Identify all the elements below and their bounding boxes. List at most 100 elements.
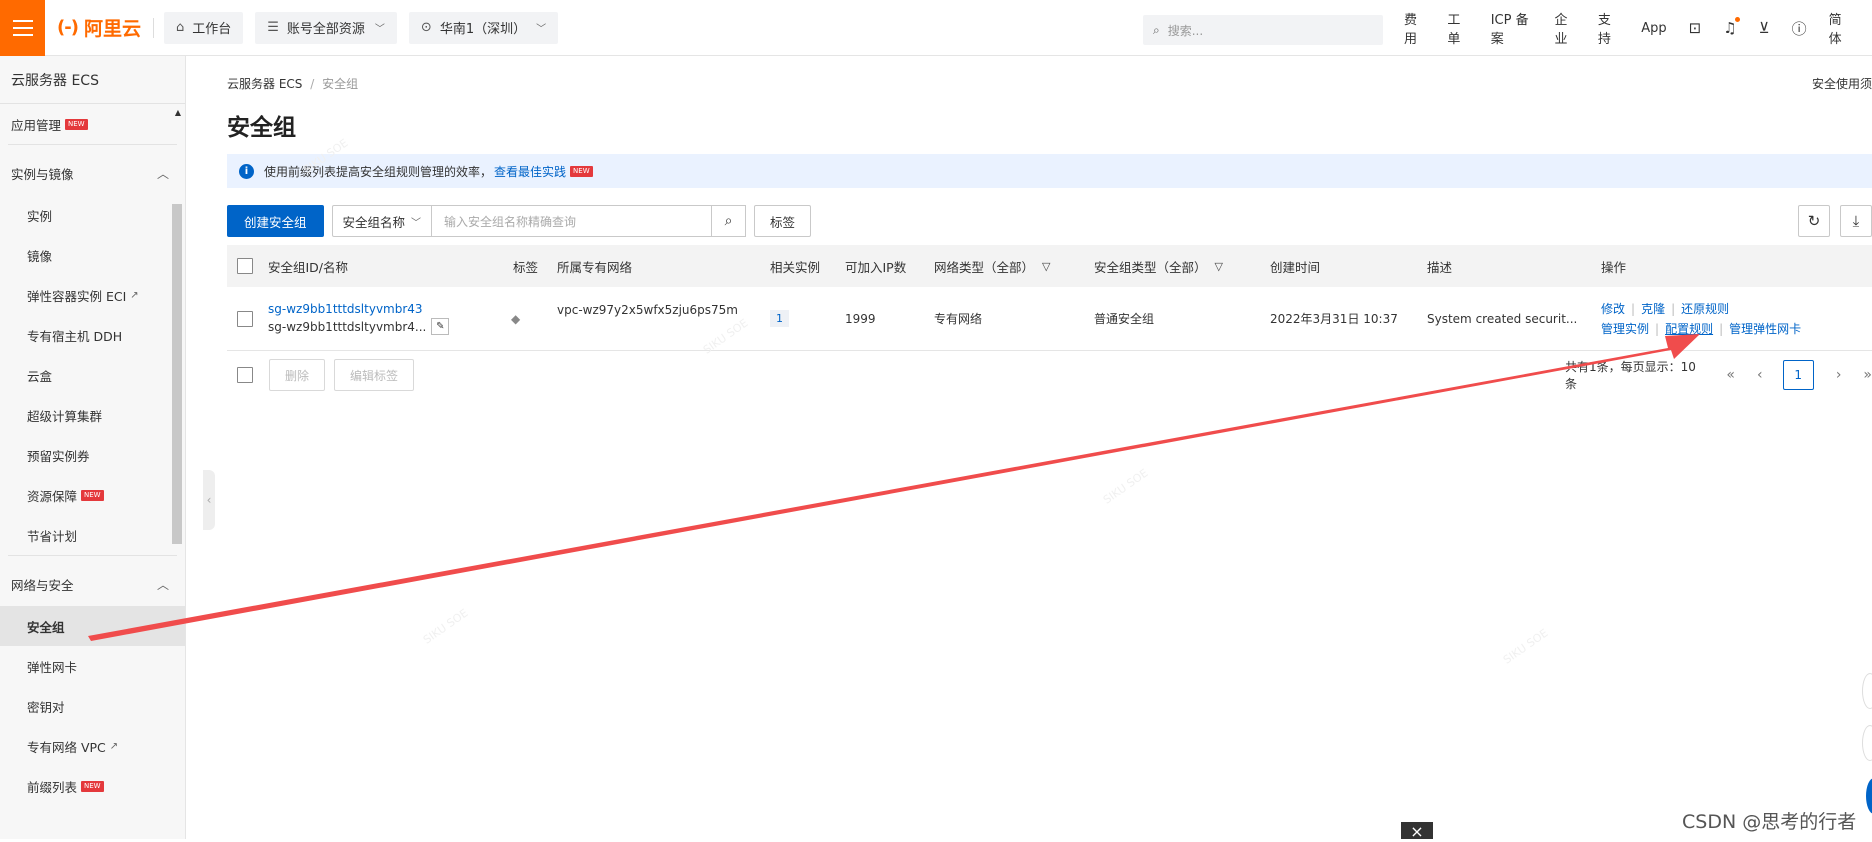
sidebar-item-prefix-lists[interactable]: 前缀列表 NEW <box>0 766 185 806</box>
sidebar: 云服务器 ECS ▲ 应用管理 NEW 实例与镜像 ︿ 实例 镜像 弹性容器实例… <box>0 56 186 839</box>
current-page[interactable]: 1 <box>1782 360 1814 390</box>
col-network-type[interactable]: 网络类型（全部） ▽ <box>934 245 1050 287</box>
info-notice: i 使用前缀列表提高安全组规则管理的效率， 查看最佳实践 NEW <box>227 154 1872 188</box>
last-page-icon[interactable]: » <box>1863 367 1872 383</box>
edit-tags-button[interactable]: 编辑标签 <box>334 359 415 391</box>
footer-checkbox[interactable] <box>237 359 253 391</box>
search-placeholder: 搜索... <box>1167 23 1204 38</box>
new-badge: NEW <box>81 780 104 792</box>
tag-filter-button[interactable]: 标签 <box>754 205 812 237</box>
manage-eni-link[interactable]: 管理弹性网卡 <box>1729 322 1801 336</box>
new-badge: NEW <box>65 118 88 130</box>
security-group-search-input[interactable]: 输入安全组名称精确查询 <box>432 205 713 237</box>
cart-icon[interactable]: ⊻ <box>1759 19 1770 37</box>
nav-support[interactable]: 支持 <box>1598 9 1619 47</box>
hamburger-menu-icon[interactable] <box>0 0 45 56</box>
search-button[interactable]: ⌕ <box>712 205 747 237</box>
refresh-icon[interactable]: ↻ <box>1798 205 1830 237</box>
nav-icp[interactable]: ICP 备案 <box>1491 9 1533 47</box>
sg-id-name-cell: sg-wz9bb1tttdsltyvmbr43 sg-wz9bb1tttdslt… <box>268 287 450 350</box>
sidebar-item-cloud-box[interactable]: 云盒 <box>0 355 185 395</box>
account-resources-dropdown[interactable]: ☰ 账号全部资源 ﹀ <box>255 11 397 44</box>
sidebar-item-reserved-instances[interactable]: 预留实例券 <box>0 435 185 475</box>
global-search-input[interactable]: ⌕ 搜索... <box>1143 15 1383 45</box>
security-guide-link[interactable]: 安全使用须 <box>1812 75 1872 92</box>
clone-link[interactable]: 克隆 <box>1641 302 1665 316</box>
sidebar-collapse-handle[interactable]: ‹ <box>203 470 215 530</box>
region-dropdown[interactable]: ⊙ 华南1（深圳） ﹀ <box>408 11 559 44</box>
sidebar-item-label: 弹性网卡 <box>27 659 78 675</box>
sidebar-item-vpc[interactable]: 专有网络 VPC ↗ <box>0 726 185 766</box>
sidebar-item-label: 前缀列表 <box>27 779 78 795</box>
workbench-label: 工作台 <box>192 22 232 37</box>
sidebar-item-key-pairs[interactable]: 密钥对 <box>0 686 185 726</box>
external-link-icon: ↗ <box>130 289 139 301</box>
filter-icon[interactable]: ▽ <box>1215 260 1223 273</box>
sidebar-item-super-computing[interactable]: 超级计算集群 <box>0 395 185 435</box>
row-tag-cell[interactable]: ◆ <box>511 287 520 350</box>
edit-pencil-icon[interactable]: ✎ <box>431 318 450 335</box>
sidebar-group-network-security[interactable]: 网络与安全 ︿ <box>0 562 185 606</box>
delete-button[interactable]: 删除 <box>269 359 326 391</box>
breadcrumb-ecs[interactable]: 云服务器 ECS <box>227 77 302 91</box>
prev-page-icon[interactable]: ‹ <box>1757 367 1763 383</box>
nav-enterprise[interactable]: 企业 <box>1555 9 1576 47</box>
nav-app[interactable]: App <box>1641 21 1666 36</box>
first-page-icon[interactable]: « <box>1726 367 1735 383</box>
sidebar-item-eci[interactable]: 弹性容器实例 ECI ↗ <box>0 275 185 315</box>
sidebar-item-images[interactable]: 镜像 <box>0 235 185 275</box>
floating-tool-circle[interactable] <box>1862 725 1872 761</box>
notice-text: 使用前缀列表提高安全组规则管理的效率， <box>264 164 493 179</box>
terminal-icon[interactable]: ⊡ <box>1689 19 1702 37</box>
col-sg-type-label: 安全组类型（全部） <box>1094 259 1207 275</box>
separator: | <box>1655 321 1660 336</box>
configure-rules-link[interactable]: 配置规则 <box>1665 322 1713 336</box>
sidebar-scrollbar[interactable] <box>172 204 182 544</box>
best-practice-link[interactable]: 查看最佳实践 <box>494 163 566 180</box>
restore-rules-link[interactable]: 还原规则 <box>1681 302 1729 316</box>
workbench-button[interactable]: ⌂ 工作台 <box>163 11 244 44</box>
external-link-icon: ↗ <box>109 740 119 752</box>
col-description: 描述 <box>1427 259 1453 275</box>
sidebar-item-resource-guarantee[interactable]: 资源保障 NEW <box>0 475 185 515</box>
sidebar-item-label: 应用管理 <box>11 117 62 133</box>
col-created: 创建时间 <box>1270 259 1321 275</box>
filter-icon[interactable]: ▽ <box>1042 260 1050 273</box>
sidebar-item-instances[interactable]: 实例 <box>0 195 185 235</box>
tag-icon[interactable]: ◆ <box>511 312 520 326</box>
close-icon[interactable]: × <box>1401 822 1433 841</box>
sidebar-item-eni[interactable]: 弹性网卡 <box>0 646 185 686</box>
download-icon[interactable]: ⤓ <box>1840 205 1872 237</box>
col-tags: 标签 <box>513 259 539 275</box>
sidebar-item-savings-plan[interactable]: 节省计划 <box>0 515 185 555</box>
search-icon: ⌕ <box>724 213 733 229</box>
search-placeholder: 输入安全组名称精确查询 <box>444 214 577 229</box>
language-switch[interactable]: 简体 <box>1829 9 1850 47</box>
aliyun-logo[interactable]: (-) 阿里云 <box>57 14 141 41</box>
sidebar-item-app-management[interactable]: 应用管理 NEW <box>0 104 185 144</box>
create-security-group-button[interactable]: 创建安全组 <box>227 205 324 237</box>
nav-tickets[interactable]: 工单 <box>1447 9 1468 47</box>
nav-billing[interactable]: 费用 <box>1404 9 1425 47</box>
modify-link[interactable]: 修改 <box>1601 302 1625 316</box>
floating-tool-circle[interactable] <box>1862 673 1872 709</box>
sg-id-link[interactable]: sg-wz9bb1tttdsltyvmbr43 <box>268 302 423 316</box>
select-all-checkbox[interactable] <box>237 245 253 287</box>
pagination-summary: 共有1条，每页显示：10条 <box>1565 360 1696 391</box>
search-field-select[interactable]: 安全组名称 ﹀ <box>331 205 433 237</box>
manage-instances-link[interactable]: 管理实例 <box>1601 322 1649 336</box>
row-network-type: 专有网络 <box>934 312 983 326</box>
col-sg-type[interactable]: 安全组类型（全部） ▽ <box>1094 245 1223 287</box>
help-icon[interactable]: ⓘ <box>1792 18 1807 39</box>
sidebar-item-label: 预留实例券 <box>27 448 90 464</box>
sidebar-item-ddh[interactable]: 专有宿主机 DDH <box>0 315 185 355</box>
row-checkbox[interactable] <box>237 287 253 350</box>
instances-count[interactable]: 1 <box>770 310 789 327</box>
sidebar-group-instances-images[interactable]: 实例与镜像 ︿ <box>0 151 185 195</box>
row-vpc[interactable]: vpc-wz97y2x5wfx5zju6ps75m <box>557 287 738 350</box>
sidebar-item-label: 安全组 <box>27 619 65 635</box>
next-page-icon[interactable]: › <box>1836 367 1842 383</box>
bell-icon[interactable]: ♫ <box>1723 17 1741 37</box>
col-id-name: 安全组ID/名称 <box>268 259 349 275</box>
sidebar-item-security-groups[interactable]: 安全组 <box>0 606 185 646</box>
